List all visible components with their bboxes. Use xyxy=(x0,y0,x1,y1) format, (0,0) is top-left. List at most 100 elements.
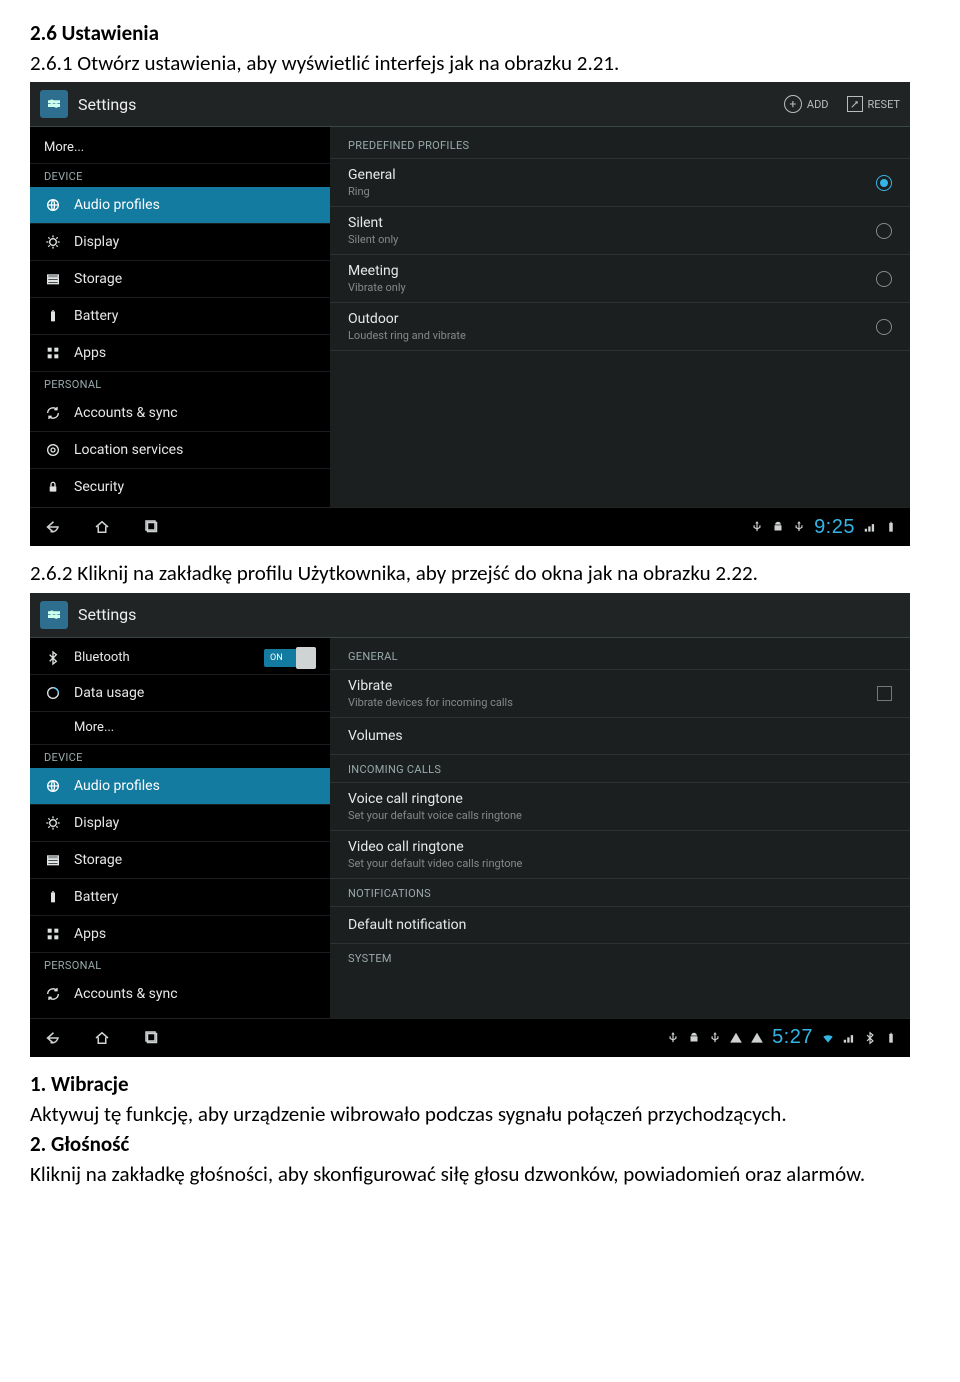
content-panel: GENERAL Vibrate Vibrate devices for inco… xyxy=(330,638,910,1018)
location-icon xyxy=(44,441,62,459)
home-button[interactable] xyxy=(92,517,112,537)
settings-icon xyxy=(40,90,68,118)
sidebar-category-personal: PERSONAL xyxy=(30,953,330,976)
globe-icon xyxy=(44,777,62,795)
list-item-heading: 1. Wibracje xyxy=(30,1071,930,1097)
back-button[interactable] xyxy=(42,1028,62,1048)
sidebar-item-display[interactable]: Display xyxy=(30,224,330,261)
row-volumes[interactable]: Volumes xyxy=(330,718,910,755)
back-button[interactable] xyxy=(42,517,62,537)
section-predefined-profiles: PREDEFINED PROFILES xyxy=(330,131,910,159)
screenshot-settings-profiles: Settings + ADD RESET More... DEVICE Audi… xyxy=(30,82,910,546)
row-video-ringtone[interactable]: Video call ringtone Set your default vid… xyxy=(330,831,910,879)
sidebar-label: Apps xyxy=(74,345,106,361)
apps-icon xyxy=(44,925,62,943)
sidebar-label: Battery xyxy=(74,308,118,324)
signal-icon xyxy=(842,1031,856,1045)
sidebar-item-accounts-sync[interactable]: Accounts & sync xyxy=(30,395,330,432)
sidebar-item-security[interactable]: Security xyxy=(30,469,330,505)
sidebar-item-data-usage[interactable]: Data usage xyxy=(30,675,330,712)
sidebar-item-bluetooth[interactable]: Bluetooth ON xyxy=(30,642,330,675)
profile-row-general[interactable]: General Ring xyxy=(330,159,910,207)
radio-icon[interactable] xyxy=(876,319,892,335)
sidebar-item-storage[interactable]: Storage xyxy=(30,261,330,298)
radio-selected-icon[interactable] xyxy=(876,175,892,191)
bluetooth-icon xyxy=(44,649,62,667)
profile-subtitle: Vibrate only xyxy=(348,281,406,294)
reset-button[interactable]: RESET xyxy=(847,96,900,112)
page-title: Settings xyxy=(78,605,900,624)
bluetooth-icon xyxy=(863,1031,877,1045)
profile-subtitle: Loudest ring and vibrate xyxy=(348,329,466,342)
system-nav-bar: 5:27 xyxy=(30,1018,910,1057)
apps-icon xyxy=(44,344,62,362)
recent-apps-button[interactable] xyxy=(142,517,162,537)
toggle-label: ON xyxy=(270,653,283,663)
clock: 5:27 xyxy=(772,1026,813,1049)
sidebar-label: Display xyxy=(74,815,119,831)
section-heading: 2.6 Ustawienia xyxy=(30,20,930,46)
sidebar-label: Display xyxy=(74,234,119,250)
action-bar: Settings + ADD RESET xyxy=(30,82,910,127)
sidebar-label: Bluetooth xyxy=(74,650,130,665)
sidebar-item-location[interactable]: Location services xyxy=(30,432,330,469)
sidebar-item-more[interactable]: More... xyxy=(30,712,330,745)
sidebar-category-device: DEVICE xyxy=(30,164,330,187)
sidebar-label: Storage xyxy=(74,271,122,287)
sidebar-item-apps[interactable]: Apps xyxy=(30,335,330,372)
sidebar-category-personal: PERSONAL xyxy=(30,372,330,395)
sidebar-item-more[interactable]: More... xyxy=(30,131,330,164)
text-bold: na zakładkę profilu Użytkownika, xyxy=(133,560,416,586)
status-bar: 5:27 xyxy=(666,1026,898,1049)
lock-icon xyxy=(44,478,62,496)
battery-icon xyxy=(44,307,62,325)
sidebar-label: Audio profiles xyxy=(74,197,160,213)
profile-title: Meeting xyxy=(348,263,406,279)
paragraph: 2.6.1 Otwórz ustawienia, aby wyświetlić … xyxy=(30,50,930,76)
home-button[interactable] xyxy=(92,1028,112,1048)
sidebar-label: Accounts & sync xyxy=(74,986,178,1002)
sidebar-item-audio-profiles[interactable]: Audio profiles xyxy=(30,187,330,224)
add-button[interactable]: + ADD xyxy=(784,95,829,113)
row-vibrate[interactable]: Vibrate Vibrate devices for incoming cal… xyxy=(330,670,910,718)
add-label: ADD xyxy=(807,98,829,111)
page-title: Settings xyxy=(78,95,784,114)
sidebar-label: Audio profiles xyxy=(74,778,160,794)
sidebar-item-storage[interactable]: Storage xyxy=(30,842,330,879)
sidebar-label: More... xyxy=(74,720,114,735)
clock: 9:25 xyxy=(814,516,855,539)
profile-title: Outdoor xyxy=(348,311,466,327)
profile-row-meeting[interactable]: Meeting Vibrate only xyxy=(330,255,910,303)
sidebar-label: Accounts & sync xyxy=(74,405,178,421)
settings-icon xyxy=(40,601,68,629)
sidebar-item-battery[interactable]: Battery xyxy=(30,298,330,335)
sidebar-label: Storage xyxy=(74,852,122,868)
sync-icon xyxy=(44,985,62,1003)
usb-icon xyxy=(792,520,806,534)
radio-icon[interactable] xyxy=(876,223,892,239)
bold-text: 1. Wibracje xyxy=(30,1071,129,1097)
sidebar-item-apps[interactable]: Apps xyxy=(30,916,330,953)
sidebar-item-accounts-sync[interactable]: Accounts & sync xyxy=(30,976,330,1012)
recent-apps-button[interactable] xyxy=(142,1028,162,1048)
bold-text: 2. Głośność xyxy=(30,1131,129,1157)
toggle-on[interactable]: ON xyxy=(264,649,316,667)
sync-icon xyxy=(44,404,62,422)
profile-row-silent[interactable]: Silent Silent only xyxy=(330,207,910,255)
usb-icon xyxy=(666,1031,680,1045)
sidebar-label: Security xyxy=(74,479,124,495)
row-title: Voice call ringtone xyxy=(348,791,522,807)
sidebar-item-audio-profiles[interactable]: Audio profiles xyxy=(30,768,330,805)
checkbox-icon[interactable] xyxy=(877,686,892,701)
list-item-heading: 2. Głośność xyxy=(30,1131,930,1157)
reset-icon xyxy=(847,96,863,112)
row-default-notification[interactable]: Default notification xyxy=(330,907,910,944)
row-title: Default notification xyxy=(348,917,466,933)
row-voice-ringtone[interactable]: Voice call ringtone Set your default voi… xyxy=(330,783,910,831)
radio-icon[interactable] xyxy=(876,271,892,287)
sidebar-item-display[interactable]: Display xyxy=(30,805,330,842)
sidebar-item-battery[interactable]: Battery xyxy=(30,879,330,916)
android-icon xyxy=(771,520,785,534)
section-incoming-calls: INCOMING CALLS xyxy=(330,755,910,783)
profile-row-outdoor[interactable]: Outdoor Loudest ring and vibrate xyxy=(330,303,910,351)
